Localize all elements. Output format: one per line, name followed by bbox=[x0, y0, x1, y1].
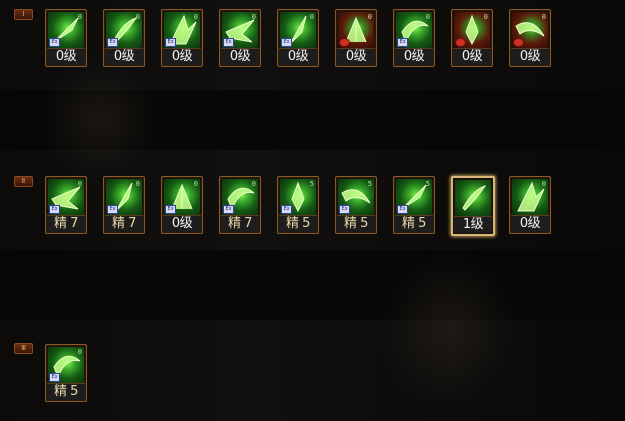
skill-level-label: 0级 bbox=[279, 48, 317, 65]
skill-rank-number: 0 bbox=[77, 348, 82, 356]
skill-level-label: 0级 bbox=[395, 48, 433, 65]
skill-level-label: 0级 bbox=[511, 215, 549, 232]
skill-slot[interactable]: 5 Ex 精 5 bbox=[335, 176, 377, 234]
row-marker: Ⅰ bbox=[14, 9, 33, 20]
skill-rank-number: 5 bbox=[367, 180, 372, 188]
skill-slot[interactable]: 0 0级 bbox=[509, 176, 551, 234]
ex-badge-icon: Ex bbox=[397, 38, 408, 47]
skill-level-label: 0级 bbox=[47, 48, 85, 65]
skill-slot[interactable]: 0 0级 bbox=[509, 9, 551, 67]
skill-icon: 0 Ex bbox=[280, 12, 316, 48]
skill-slot[interactable]: 0 Ex 精 7 bbox=[219, 176, 261, 234]
skill-level-label: 精 7 bbox=[221, 215, 259, 232]
skill-level-label: 精 5 bbox=[279, 215, 317, 232]
skill-icon: 0 Ex bbox=[106, 12, 142, 48]
skill-slot[interactable]: 0 Ex 精 7 bbox=[103, 176, 145, 234]
skill-rank-number: 0 bbox=[193, 180, 198, 188]
skill-level-label: 0级 bbox=[511, 48, 549, 65]
ex-badge-icon: Ex bbox=[165, 205, 176, 214]
skill-level-label: 0级 bbox=[337, 48, 375, 65]
lock-badge-icon bbox=[339, 38, 350, 47]
ex-badge-icon: Ex bbox=[49, 373, 60, 382]
ex-badge-icon: Ex bbox=[281, 205, 292, 214]
skill-icon: 5 Ex bbox=[396, 179, 432, 215]
ex-badge-icon: Ex bbox=[281, 38, 292, 47]
skill-slot[interactable]: 0 Ex 精 5 bbox=[45, 344, 87, 402]
skill-icon: 0 Ex bbox=[106, 179, 142, 215]
skill-rank-number: 0 bbox=[135, 13, 140, 21]
skill-icon bbox=[455, 180, 491, 216]
skill-row-3: Ⅲ bbox=[0, 337, 625, 407]
skill-rank-number: 0 bbox=[309, 13, 314, 21]
skill-icon: 0 Ex bbox=[396, 12, 432, 48]
skill-level-label: 1级 bbox=[454, 216, 492, 233]
skill-rank-number: 0 bbox=[541, 13, 546, 21]
skill-slot[interactable]: 0 Ex 0级 bbox=[161, 176, 203, 234]
row-marker: Ⅲ bbox=[14, 343, 33, 354]
skill-icon: 0 Ex bbox=[48, 12, 84, 48]
skill-icon: 0 Ex bbox=[222, 12, 258, 48]
skill-level-label: 0级 bbox=[163, 215, 201, 232]
ex-badge-icon: Ex bbox=[223, 38, 234, 47]
skill-slot[interactable]: 5 Ex 精 5 bbox=[277, 176, 319, 234]
ex-badge-icon: Ex bbox=[49, 38, 60, 47]
skill-icon: 0 Ex bbox=[164, 179, 200, 215]
skill-rank-number: 5 bbox=[425, 180, 430, 188]
skill-level-label: 0级 bbox=[105, 48, 143, 65]
ex-badge-icon: Ex bbox=[397, 205, 408, 214]
skill-slot[interactable]: 0 Ex 0级 bbox=[45, 9, 87, 67]
skill-rank-number: 0 bbox=[77, 13, 82, 21]
skill-rank-number: 0 bbox=[541, 180, 546, 188]
skill-level-label: 0级 bbox=[163, 48, 201, 65]
row-marker: Ⅱ bbox=[14, 176, 33, 187]
skill-slot[interactable]: 0 Ex 0级 bbox=[277, 9, 319, 67]
skill-icon: 0 bbox=[512, 179, 548, 215]
skill-rank-number: 0 bbox=[193, 13, 198, 21]
skill-rank-number: 0 bbox=[425, 13, 430, 21]
skill-slot[interactable]: 0 Ex 0级 bbox=[393, 9, 435, 67]
skill-icon: 5 Ex bbox=[338, 179, 374, 215]
skill-level-label: 精 5 bbox=[337, 215, 375, 232]
skill-rank-number: 0 bbox=[77, 180, 82, 188]
skill-rank-number: 0 bbox=[135, 180, 140, 188]
skill-slot[interactable]: 0 Ex 0级 bbox=[103, 9, 145, 67]
skill-icon: 0 bbox=[454, 12, 490, 48]
ex-badge-icon: Ex bbox=[339, 205, 350, 214]
ex-badge-icon: Ex bbox=[107, 205, 118, 214]
skill-icon: 0 Ex bbox=[164, 12, 200, 48]
skill-level-label: 精 7 bbox=[47, 215, 85, 232]
skill-icon: 0 Ex bbox=[48, 179, 84, 215]
skill-slot[interactable]: 0 0级 bbox=[451, 9, 493, 67]
skill-slot[interactable]: 0 Ex 0级 bbox=[161, 9, 203, 67]
skill-icon: 0 bbox=[338, 12, 374, 48]
ex-badge-icon: Ex bbox=[107, 38, 118, 47]
skill-icon: 5 Ex bbox=[280, 179, 316, 215]
skill-rank-number: 0 bbox=[367, 13, 372, 21]
skill-icon: 0 Ex bbox=[222, 179, 258, 215]
ex-badge-icon: Ex bbox=[223, 205, 234, 214]
skill-slot[interactable]: 1级 bbox=[451, 176, 495, 236]
skill-level-label: 0级 bbox=[453, 48, 491, 65]
skill-level-label: 0级 bbox=[221, 48, 259, 65]
skill-level-label: 精 5 bbox=[395, 215, 433, 232]
ex-badge-icon: Ex bbox=[165, 38, 176, 47]
skill-icon: 0 Ex bbox=[48, 347, 84, 383]
skill-rank-number: 0 bbox=[483, 13, 488, 21]
skill-level-label: 精 5 bbox=[47, 383, 85, 400]
skill-icon: 0 bbox=[512, 12, 548, 48]
skill-slot[interactable]: 0 Ex 精 7 bbox=[45, 176, 87, 234]
lock-badge-icon bbox=[513, 38, 524, 47]
skill-slot[interactable]: 5 Ex 精 5 bbox=[393, 176, 435, 234]
skill-slot[interactable]: 0 Ex 0级 bbox=[219, 9, 261, 67]
skill-slot[interactable]: 0 0级 bbox=[335, 9, 377, 67]
skill-rank-number: 5 bbox=[309, 180, 314, 188]
skill-rank-number: 0 bbox=[251, 13, 256, 21]
skill-level-label: 精 7 bbox=[105, 215, 143, 232]
skill-rank-number: 0 bbox=[251, 180, 256, 188]
lock-badge-icon bbox=[455, 38, 466, 47]
ex-badge-icon: Ex bbox=[49, 205, 60, 214]
